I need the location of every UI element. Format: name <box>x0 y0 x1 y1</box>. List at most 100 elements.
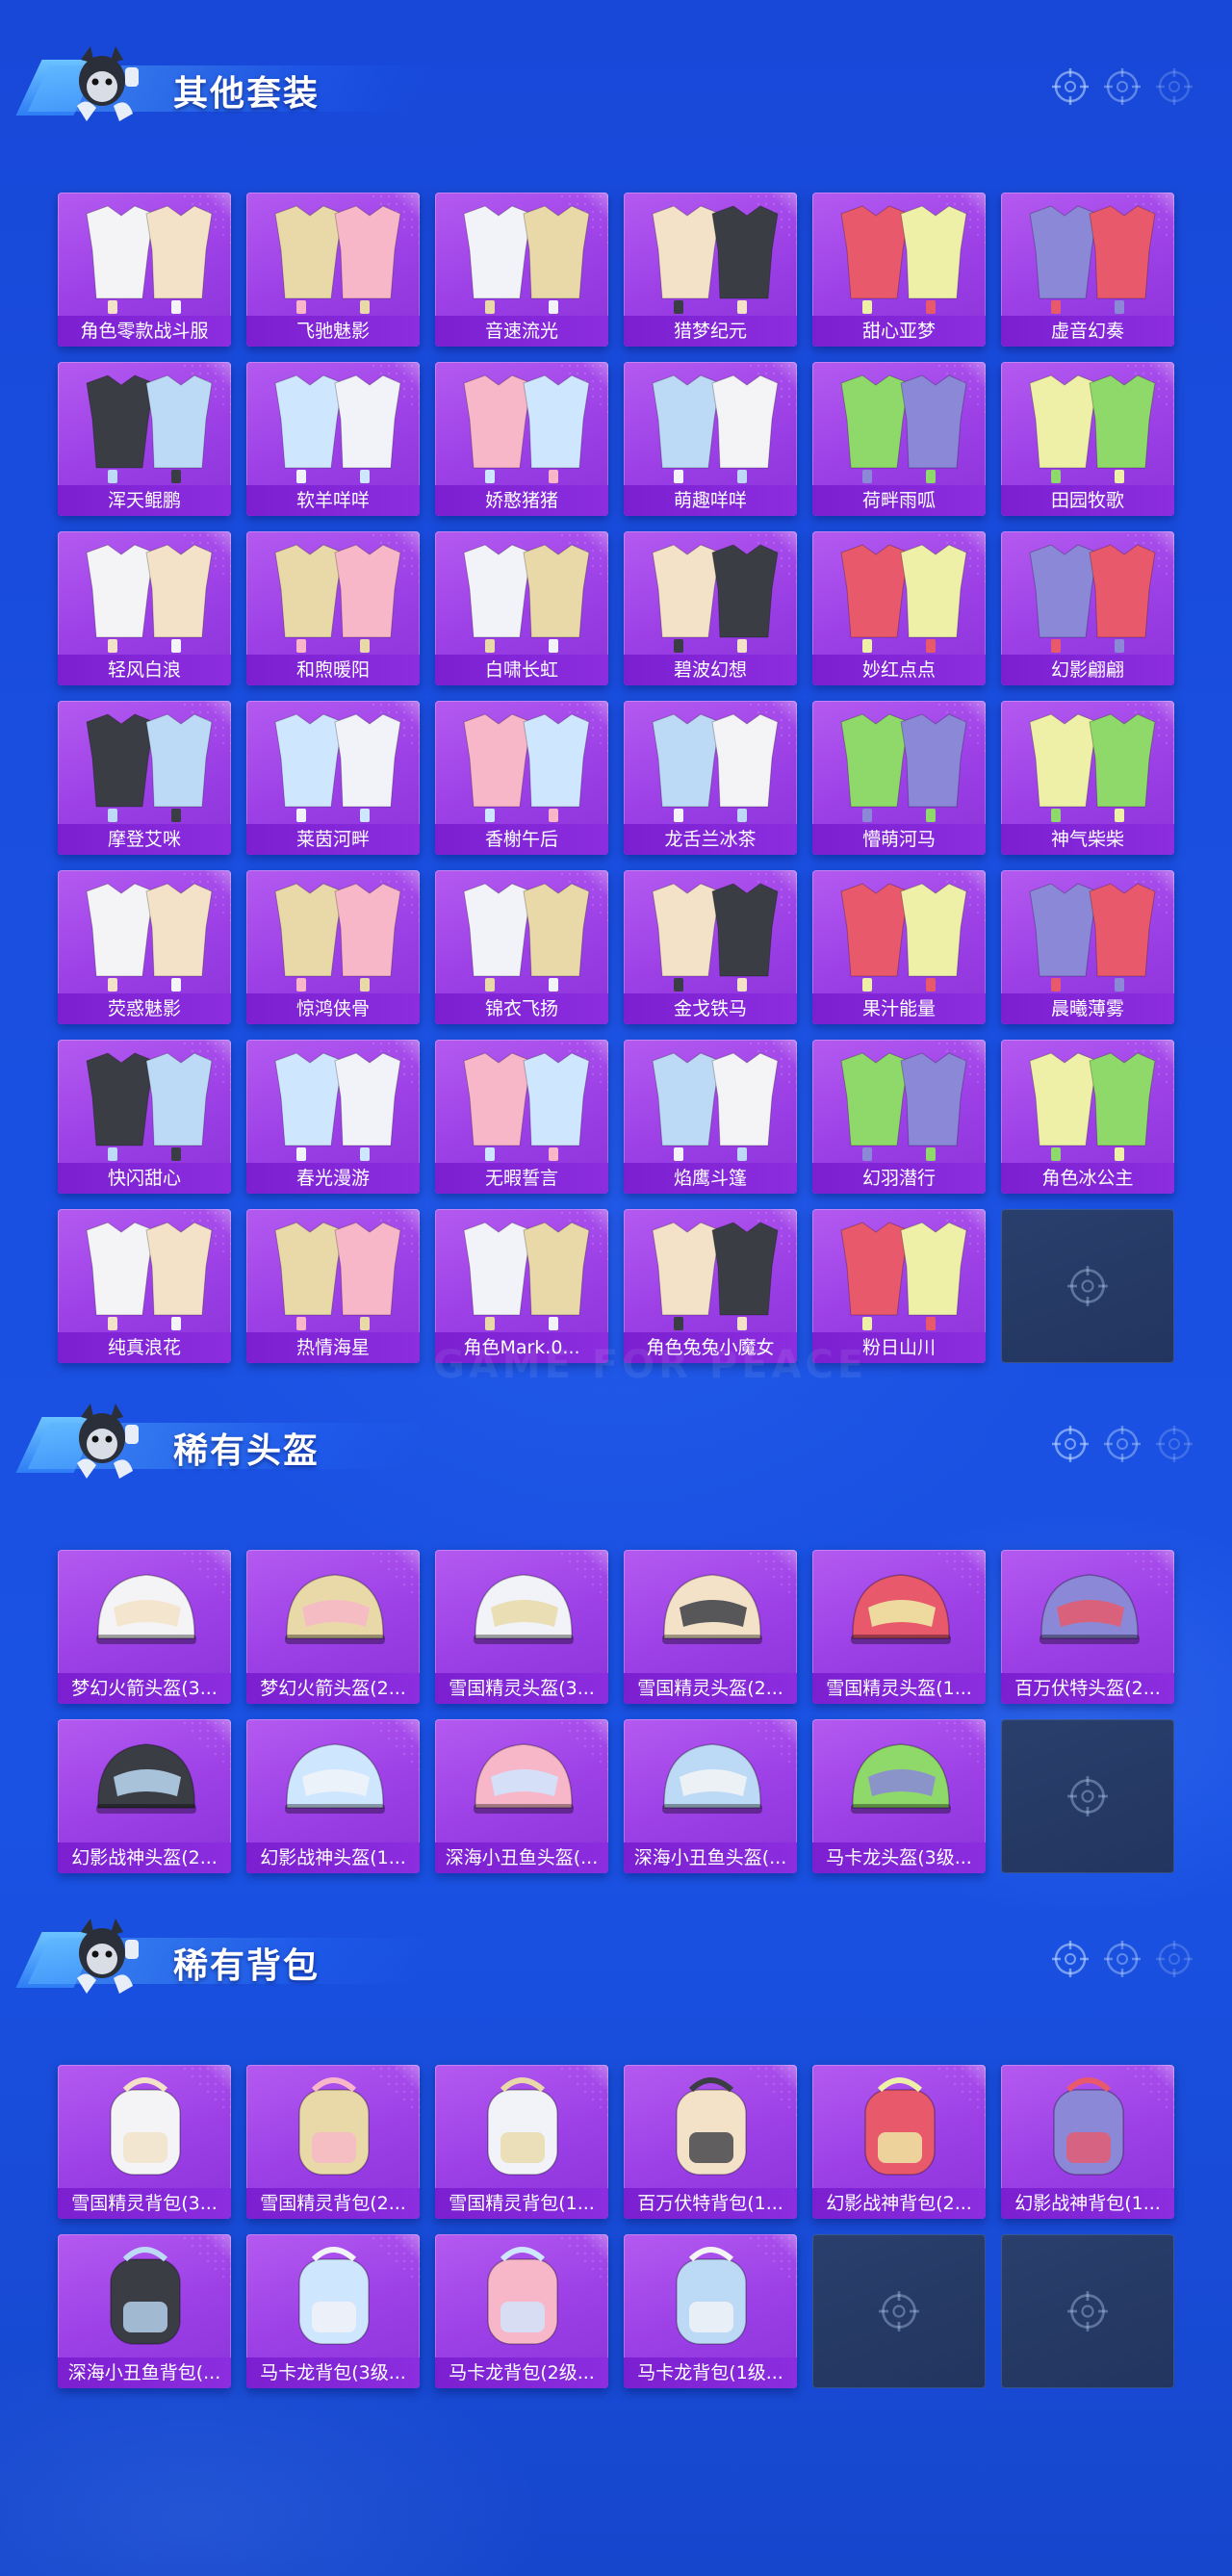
backpack-card[interactable]: 百万伏特背包(1... <box>624 2065 797 2219</box>
outfit-card[interactable]: 懵萌河马 <box>812 701 986 855</box>
backpack-card[interactable]: 马卡龙背包(3级... <box>246 2234 420 2388</box>
outfit-card[interactable]: 娇憨猪猪 <box>435 362 608 516</box>
card-corner <box>961 362 986 387</box>
backpack-card[interactable]: 雪国精灵背包(3... <box>58 2065 231 2219</box>
outfit-card[interactable]: 晨曦薄雾 <box>1001 870 1174 1024</box>
item-name: 无暇誓言 <box>435 1163 608 1194</box>
empty-slot <box>1001 2234 1174 2388</box>
card-corner <box>395 701 420 726</box>
outfit-card[interactable]: 白啸长虹 <box>435 531 608 685</box>
outfit-card[interactable]: 粉日山川 <box>812 1209 986 1363</box>
outfit-card[interactable]: 摩登艾咪 <box>58 701 231 855</box>
empty-slot <box>1001 1209 1174 1363</box>
outfit-card[interactable]: 角色Mark.0... <box>435 1209 608 1363</box>
backpack-card[interactable]: 雪国精灵背包(2... <box>246 2065 420 2219</box>
helmet-card[interactable]: 幻影战神头盔(1... <box>246 1719 420 1873</box>
outfit-card[interactable]: 春光漫游 <box>246 1040 420 1194</box>
backpack-card[interactable]: 雪国精灵背包(1... <box>435 2065 608 2219</box>
outfit-card[interactable]: 音速流光 <box>435 193 608 347</box>
item-name: 娇憨猪猪 <box>435 485 608 516</box>
crosshair-group <box>1051 67 1194 106</box>
item-name: 摩登艾咪 <box>58 824 231 855</box>
helmet-image <box>246 1719 420 1842</box>
section-helmet: 稀有头盔 梦幻火箭头盔(3... 梦幻火箭头盔(2... 雪国精灵头盔(3... <box>0 1396 1232 1877</box>
outfit-card[interactable]: 碧波幻想 <box>624 531 797 685</box>
outfit-image <box>624 531 797 655</box>
outfit-card[interactable]: 快闪甜心 <box>58 1040 231 1194</box>
outfit-card[interactable]: 飞驰魅影 <box>246 193 420 347</box>
card-corner <box>395 1550 420 1575</box>
helmet-card[interactable]: 幻影战神头盔(2... <box>58 1719 231 1873</box>
outfit-card[interactable]: 金戈铁马 <box>624 870 797 1024</box>
helmet-card[interactable]: 雪国精灵头盔(3... <box>435 1550 608 1704</box>
card-corner <box>583 1550 608 1575</box>
outfit-card[interactable]: 妙红点点 <box>812 531 986 685</box>
outfit-card[interactable]: 猎梦纪元 <box>624 193 797 347</box>
outfit-card[interactable]: 虚音幻奏 <box>1001 193 1174 347</box>
item-name: 妙红点点 <box>812 655 986 685</box>
item-name: 香榭午后 <box>435 824 608 855</box>
card-corner <box>1149 870 1174 895</box>
helmet-card[interactable]: 深海小丑鱼头盔(... <box>435 1719 608 1873</box>
outfit-card[interactable]: 果汁能量 <box>812 870 986 1024</box>
helmet-card[interactable]: 雪国精灵头盔(2... <box>624 1550 797 1704</box>
outfit-card[interactable]: 龙舌兰冰茶 <box>624 701 797 855</box>
outfit-image <box>246 701 420 824</box>
helmet-card[interactable]: 梦幻火箭头盔(3... <box>58 1550 231 1704</box>
helmet-card[interactable]: 马卡龙头盔(3级... <box>812 1719 986 1873</box>
outfit-card[interactable]: 纯真浪花 <box>58 1209 231 1363</box>
outfit-card[interactable]: 无暇誓言 <box>435 1040 608 1194</box>
outfit-card[interactable]: 轻风白浪 <box>58 531 231 685</box>
item-name: 软羊咩咩 <box>246 485 420 516</box>
item-name: 锦衣飞扬 <box>435 993 608 1024</box>
section-title: 稀有头盔 <box>173 1431 321 1471</box>
outfit-card[interactable]: 甜心亚梦 <box>812 193 986 347</box>
item-name: 晨曦薄雾 <box>1001 993 1174 1024</box>
outfit-card[interactable]: 和煦暖阳 <box>246 531 420 685</box>
outfit-card[interactable]: 荷畔雨呱 <box>812 362 986 516</box>
helmet-card[interactable]: 雪国精灵头盔(1... <box>812 1550 986 1704</box>
outfit-card[interactable]: 焰鹰斗篷 <box>624 1040 797 1194</box>
backpack-image <box>435 2065 608 2188</box>
outfit-card[interactable]: 幻羽潜行 <box>812 1040 986 1194</box>
outfit-card[interactable]: 浑天鲲鹏 <box>58 362 231 516</box>
backpack-card[interactable]: 幻影战神背包(2... <box>812 2065 986 2219</box>
outfit-card[interactable]: 田园牧歌 <box>1001 362 1174 516</box>
crosshair-icon <box>1103 1425 1142 1463</box>
section-title: 稀有背包 <box>173 1946 321 1986</box>
backpack-card[interactable]: 马卡龙背包(2级... <box>435 2234 608 2388</box>
outfit-card[interactable]: 幻影翩翩 <box>1001 531 1174 685</box>
card-corner <box>961 701 986 726</box>
card-corner <box>395 1719 420 1744</box>
outfit-card[interactable]: 萌趣咩咩 <box>624 362 797 516</box>
outfit-image <box>1001 362 1174 485</box>
helmet-card[interactable]: 百万伏特头盔(2... <box>1001 1550 1174 1704</box>
backpack-card[interactable]: 马卡龙背包(1级... <box>624 2234 797 2388</box>
card-corner <box>206 362 231 387</box>
outfit-image <box>246 362 420 485</box>
item-name: 纯真浪花 <box>58 1332 231 1363</box>
outfit-card[interactable]: 荧惑魅影 <box>58 870 231 1024</box>
outfit-card[interactable]: 角色冰公主 <box>1001 1040 1174 1194</box>
helmet-card[interactable]: 深海小丑鱼头盔(... <box>624 1719 797 1873</box>
outfit-card[interactable]: 惊鸿侠骨 <box>246 870 420 1024</box>
card-corner <box>395 362 420 387</box>
item-name: 深海小丑鱼头盔(... <box>624 1842 797 1873</box>
item-name: 幻影战神头盔(2... <box>58 1842 231 1873</box>
item-name: 幻羽潜行 <box>812 1163 986 1194</box>
outfit-card[interactable]: 神气柴柴 <box>1001 701 1174 855</box>
outfit-card[interactable]: 莱茵河畔 <box>246 701 420 855</box>
outfit-card[interactable]: 香榭午后 <box>435 701 608 855</box>
backpack-card[interactable]: 深海小丑鱼背包(... <box>58 2234 231 2388</box>
outfit-card[interactable]: 软羊咩咩 <box>246 362 420 516</box>
outfit-card[interactable]: 锦衣飞扬 <box>435 870 608 1024</box>
backpack-card[interactable]: 幻影战神背包(1... <box>1001 2065 1174 2219</box>
helmet-image <box>812 1550 986 1673</box>
outfit-card[interactable]: 热情海星 <box>246 1209 420 1363</box>
helmet-card[interactable]: 梦幻火箭头盔(2... <box>246 1550 420 1704</box>
item-grid: 角色零款战斗服 飞驰魅影 音速流光 猎梦纪元 甜心亚梦 虚音幻奏 浑天鲲鹏 软羊… <box>58 193 1174 1363</box>
card-corner <box>395 2234 420 2259</box>
section-header: 稀有头盔 <box>15 1396 1232 1482</box>
outfit-card[interactable]: 角色零款战斗服 <box>58 193 231 347</box>
outfit-card[interactable]: 角色兔兔小魔女 <box>624 1209 797 1363</box>
